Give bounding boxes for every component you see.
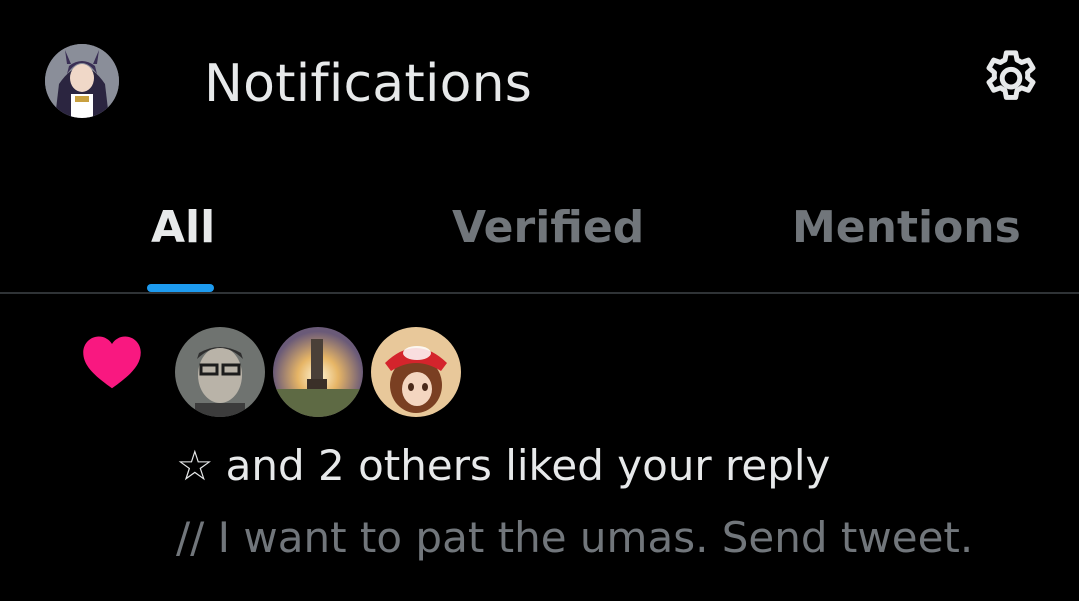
notification-text: ☆ and 2 others liked your reply [176, 438, 830, 494]
reply-preview: // I want to pat the umas. Send tweet. [176, 513, 974, 562]
settings-button[interactable] [978, 46, 1044, 112]
notification-item[interactable]: ☆ and 2 others liked your reply // I want… [0, 294, 1079, 601]
liker-avatar[interactable] [371, 327, 461, 417]
liker-avatar[interactable] [175, 327, 265, 417]
heart-icon [83, 336, 141, 389]
tab-all[interactable]: All [151, 200, 215, 256]
avatar-image [45, 44, 119, 118]
liker-avatar-image [273, 327, 363, 417]
profile-avatar[interactable] [45, 44, 119, 118]
tab-verified[interactable]: Verified [452, 200, 644, 256]
header: Notifications [0, 0, 1079, 160]
liker-avatar-image [175, 327, 265, 417]
notification-message: and 2 others liked your reply [225, 441, 831, 490]
page-title: Notifications [204, 54, 533, 114]
tab-mentions[interactable]: Mentions [792, 200, 1021, 256]
active-tab-indicator [147, 284, 214, 292]
liker-avatar[interactable] [273, 327, 363, 417]
gear-icon [986, 50, 1036, 100]
notifications-screen: Notifications All Verified Mentions ☆ an… [0, 0, 1079, 601]
star-icon: ☆ [176, 441, 214, 490]
liker-avatar-image [371, 327, 461, 417]
tab-bar: All Verified Mentions [0, 190, 1079, 293]
